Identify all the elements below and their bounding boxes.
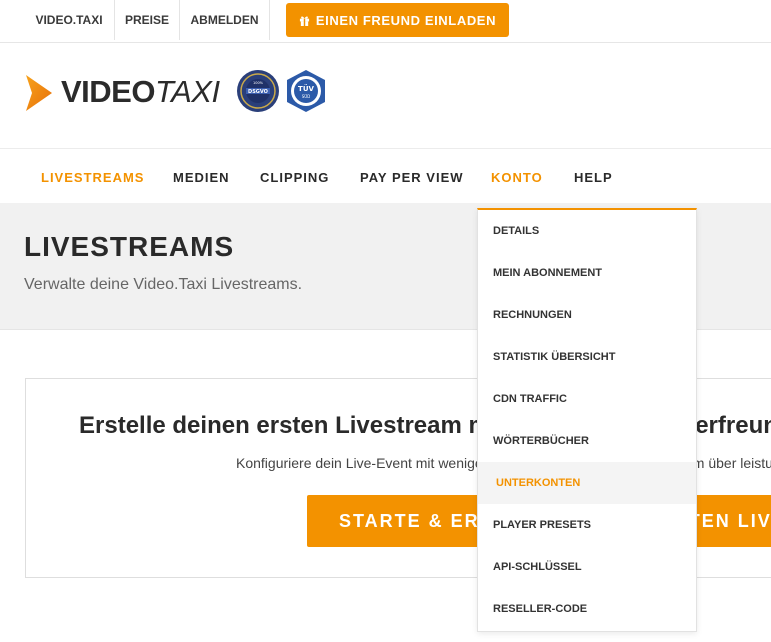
dropdown-item-rechnungen[interactable]: RECHNUNGEN <box>478 294 696 336</box>
dropdown-item-mein-abonnement[interactable]: MEIN ABONNEMENT <box>478 252 696 294</box>
dropdown-item-api-schluessel[interactable]: API-SCHLÜSSEL <box>478 546 696 588</box>
play-triangle-icon[interactable] <box>24 73 54 113</box>
top-link-videotaxi[interactable]: VIDEO.TAXI <box>24 0 114 40</box>
dsgvo-seal-icon: DSGVO 100% <box>237 70 279 112</box>
page-title: LIVESTREAMS <box>24 231 235 262</box>
tuv-seal-icon: TÜV SÜD <box>287 70 325 112</box>
site-header: VIDEOTAXI DSGVO 100% TÜV SÜD <box>0 43 771 149</box>
gift-icon <box>299 16 309 26</box>
top-link-preise[interactable]: PREISE <box>115 0 179 40</box>
top-separator <box>269 0 270 40</box>
konto-dropdown-menu: DETAILS MEIN ABONNEMENT RECHNUNGEN STATI… <box>477 208 697 632</box>
dropdown-item-statistik-uebersicht[interactable]: STATISTIK ÜBERSICHT <box>478 336 696 378</box>
brand-logo-bold: VIDEO <box>61 74 155 109</box>
nav-help[interactable]: HELP <box>574 149 613 203</box>
svg-text:TÜV: TÜV <box>298 84 314 93</box>
svg-text:DSGVO: DSGVO <box>248 89 268 95</box>
brand-logo-italic: TAXI <box>154 74 220 109</box>
main-nav: LIVESTREAMS MEDIEN CLIPPING PAY PER VIEW… <box>0 149 771 203</box>
nav-livestreams[interactable]: LIVESTREAMS <box>41 149 144 203</box>
invite-friend-label: EINEN FREUND EINLADEN <box>315 12 497 28</box>
svg-text:SÜD: SÜD <box>302 94 311 99</box>
dropdown-item-reseller-code[interactable]: RESELLER-CODE <box>478 588 696 630</box>
dropdown-item-player-presets[interactable]: PLAYER PRESETS <box>478 504 696 546</box>
nav-pay-per-view[interactable]: PAY PER VIEW <box>360 149 464 203</box>
invite-friend-button[interactable]: EINEN FREUND EINLADEN <box>286 3 509 37</box>
page-subtitle: Verwalte deine Video.Taxi Livestreams. <box>24 276 303 293</box>
nav-medien[interactable]: MEDIEN <box>173 149 230 203</box>
brand-logo[interactable]: VIDEOTAXI <box>61 75 220 109</box>
dropdown-item-unterkonten[interactable]: UNTERKONTEN <box>478 462 696 504</box>
dropdown-item-cdn-traffic[interactable]: CDN TRAFFIC <box>478 378 696 420</box>
nav-clipping[interactable]: CLIPPING <box>260 149 329 203</box>
svg-text:100%: 100% <box>253 81 264 85</box>
dropdown-item-woerterbuecher[interactable]: WÖRTERBÜCHER <box>478 420 696 462</box>
dropdown-item-details[interactable]: DETAILS <box>478 210 696 252</box>
top-link-abmelden[interactable]: ABMELDEN <box>180 0 269 40</box>
nav-konto[interactable]: KONTO <box>491 149 543 203</box>
top-bar: VIDEO.TAXI PREISE ABMELDEN EINEN FREUND … <box>0 0 771 43</box>
